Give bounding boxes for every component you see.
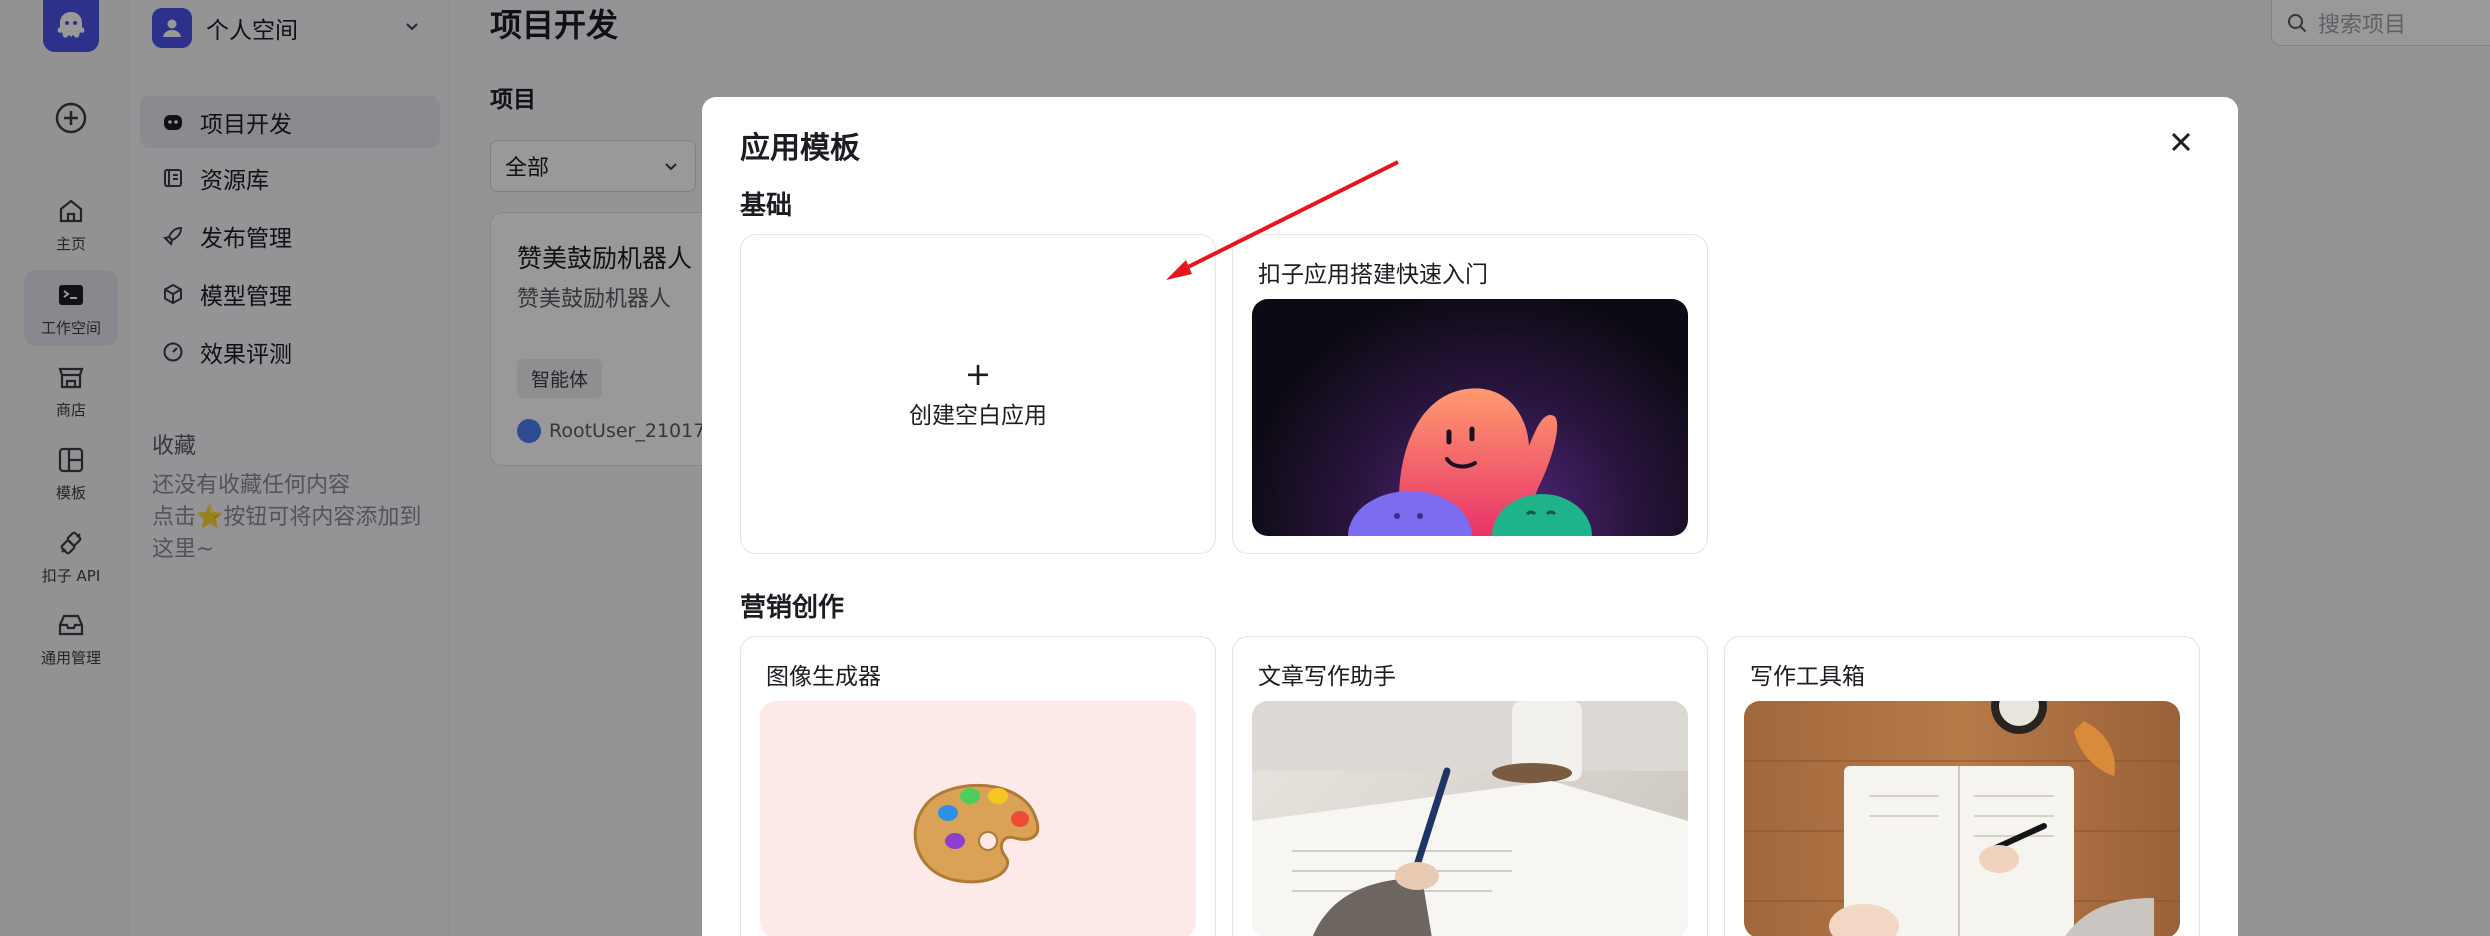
- template-card-title: 写作工具箱: [1750, 664, 1865, 690]
- quickstart-image: [1252, 299, 1688, 536]
- template-card-quickstart[interactable]: 扣子应用搭建快速入门: [1232, 234, 1708, 554]
- template-card-title: 扣子应用搭建快速入门: [1258, 262, 1488, 288]
- app-template-modal: 应用模板 基础 + 创建空白应用 扣子应用搭建快速入门 营销创作 图像生成器 文…: [702, 97, 2238, 936]
- template-card-image-generator[interactable]: 图像生成器: [740, 636, 1216, 936]
- ghost-mascot-illustration: [1348, 388, 1592, 536]
- notebook-photo-illustration: [1744, 701, 2180, 936]
- create-blank-app-card[interactable]: + 创建空白应用: [740, 234, 1216, 554]
- template-card-writing-toolbox[interactable]: 写作工具箱: [1724, 636, 2200, 936]
- template-card-title: 图像生成器: [766, 664, 881, 690]
- category-basic-title: 基础: [740, 191, 793, 221]
- writing-photo-illustration: [1252, 701, 1688, 936]
- article-assistant-image: [1252, 701, 1688, 936]
- writing-toolbox-image: [1744, 701, 2180, 936]
- image-generator-image: [760, 701, 1196, 936]
- create-blank-app-label: 创建空白应用: [909, 403, 1047, 429]
- category-marketing-title: 营销创作: [740, 593, 845, 623]
- template-card-title: 文章写作助手: [1258, 664, 1396, 690]
- palette-icon: [913, 783, 1039, 884]
- template-card-article-assistant[interactable]: 文章写作助手: [1232, 636, 1708, 936]
- close-icon[interactable]: [2166, 127, 2196, 157]
- modal-title: 应用模板: [740, 131, 860, 166]
- plus-icon: +: [964, 355, 992, 393]
